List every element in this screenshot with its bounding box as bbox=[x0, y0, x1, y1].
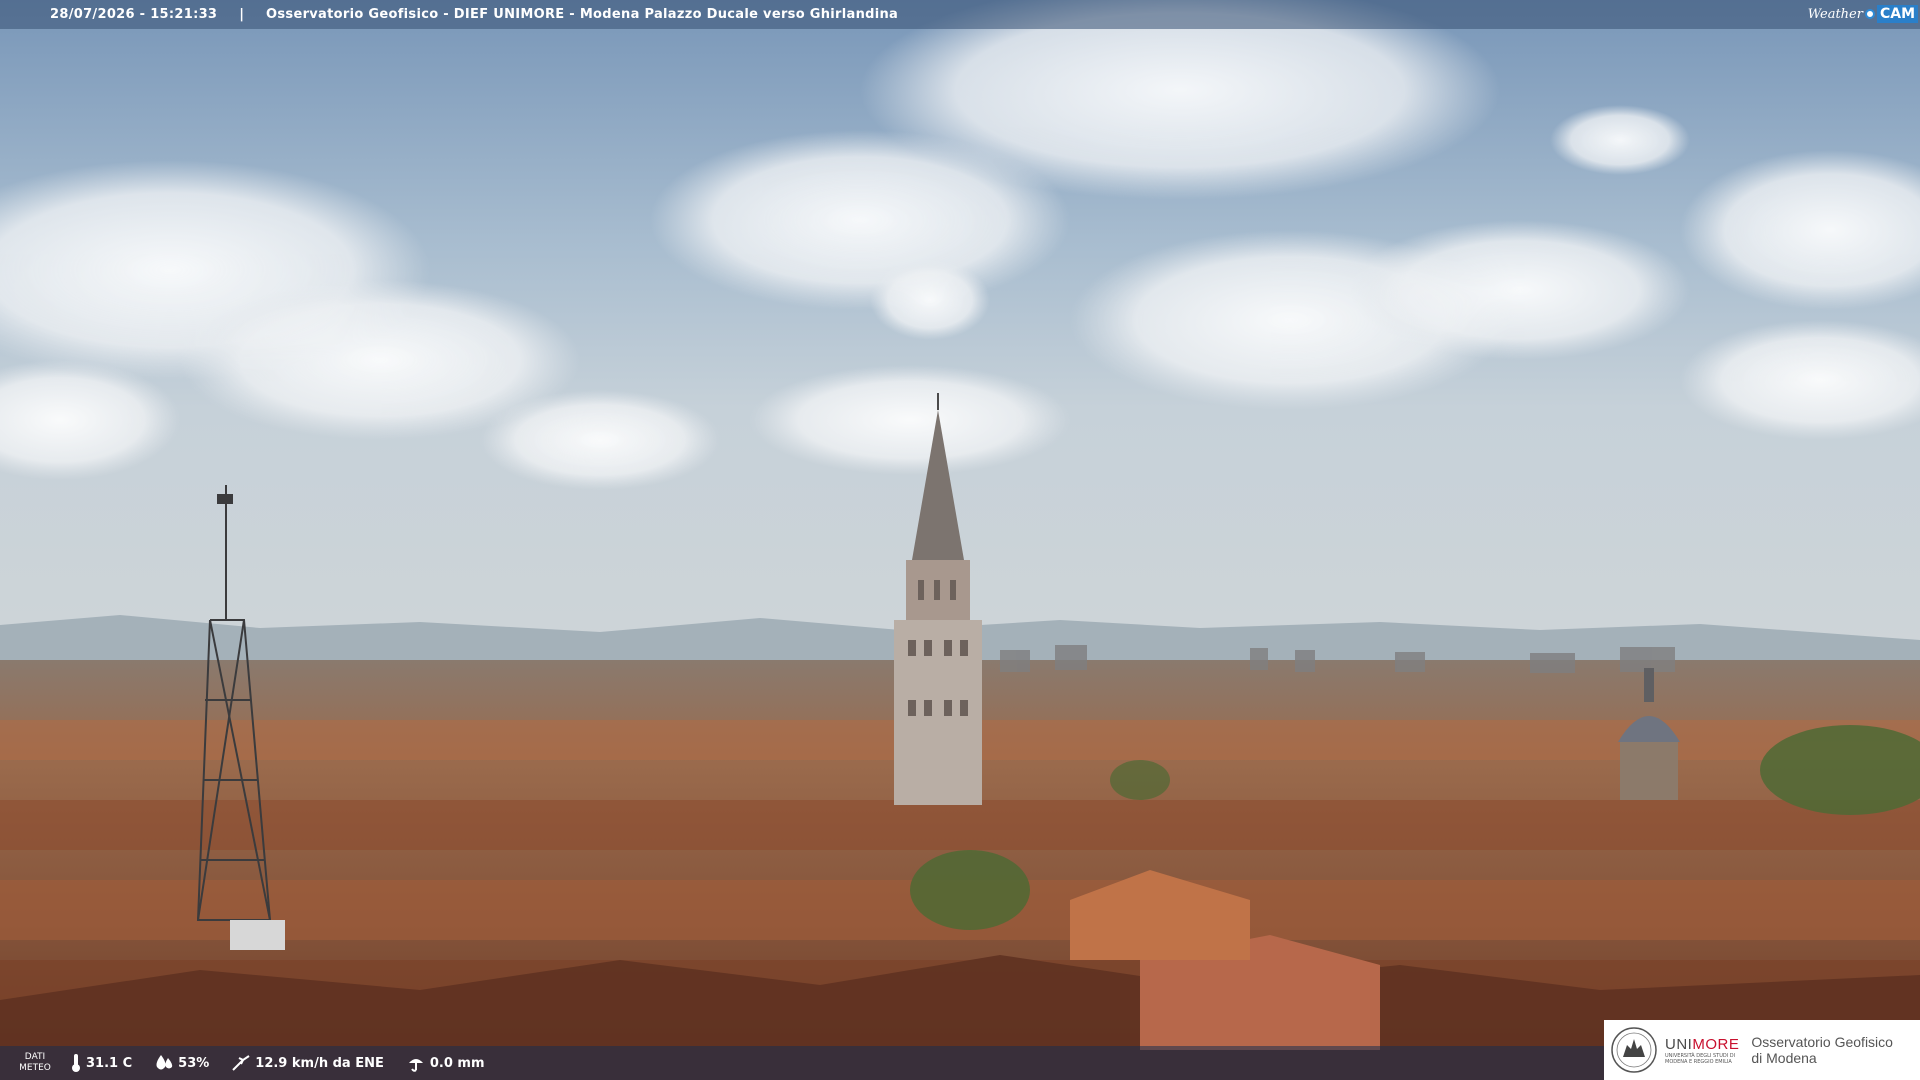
weathercam-dot-icon bbox=[1864, 9, 1875, 19]
unimore-logo-box: UNIMORE UNIVERSITÀ DEGLI STUDI DI MODENA… bbox=[1604, 1020, 1920, 1080]
webcam-scene bbox=[0, 0, 1920, 1080]
wind-icon bbox=[232, 1055, 250, 1071]
separator: | bbox=[239, 7, 245, 22]
dati-meteo-label: DATI METEO bbox=[19, 1052, 51, 1073]
humidity-drop-icon bbox=[156, 1055, 173, 1070]
humidity-metric: 53% bbox=[154, 1054, 209, 1072]
rain-value: 0.0 mm bbox=[429, 1055, 485, 1071]
thermometer-icon bbox=[72, 1054, 80, 1072]
weathercam-cam-text: CAM bbox=[1876, 5, 1918, 23]
wind-value: 12.9 km/h da ENE bbox=[255, 1055, 384, 1071]
weathercam-weather-text: Weather bbox=[1807, 6, 1863, 22]
rain-metric: 0.0 mm bbox=[406, 1054, 485, 1072]
timestamp: 28/07/2026 - 15:21:33 bbox=[50, 7, 218, 22]
weathercam-logo: Weather CAM bbox=[1808, 3, 1918, 25]
wind-metric: 12.9 km/h da ENE bbox=[231, 1054, 384, 1072]
osservatorio-name: Osservatorio Geofisico di Modena bbox=[1751, 1034, 1893, 1066]
temperature-value: 31.1 C bbox=[86, 1055, 133, 1071]
unimore-wordmark: UNIMORE UNIVERSITÀ DEGLI STUDI DI MODENA… bbox=[1665, 1035, 1740, 1065]
unimore-seal-icon bbox=[1611, 1027, 1657, 1073]
top-info-bar: 28/07/2026 - 15:21:33 | Osservatorio Geo… bbox=[0, 0, 1920, 29]
temperature-metric: 31.1 C bbox=[70, 1053, 132, 1073]
humidity-value: 53% bbox=[178, 1055, 210, 1071]
antenna-base bbox=[230, 920, 285, 950]
camera-title: Osservatorio Geofisico - DIEF UNIMORE - … bbox=[266, 7, 899, 22]
rain-icon bbox=[408, 1059, 423, 1072]
